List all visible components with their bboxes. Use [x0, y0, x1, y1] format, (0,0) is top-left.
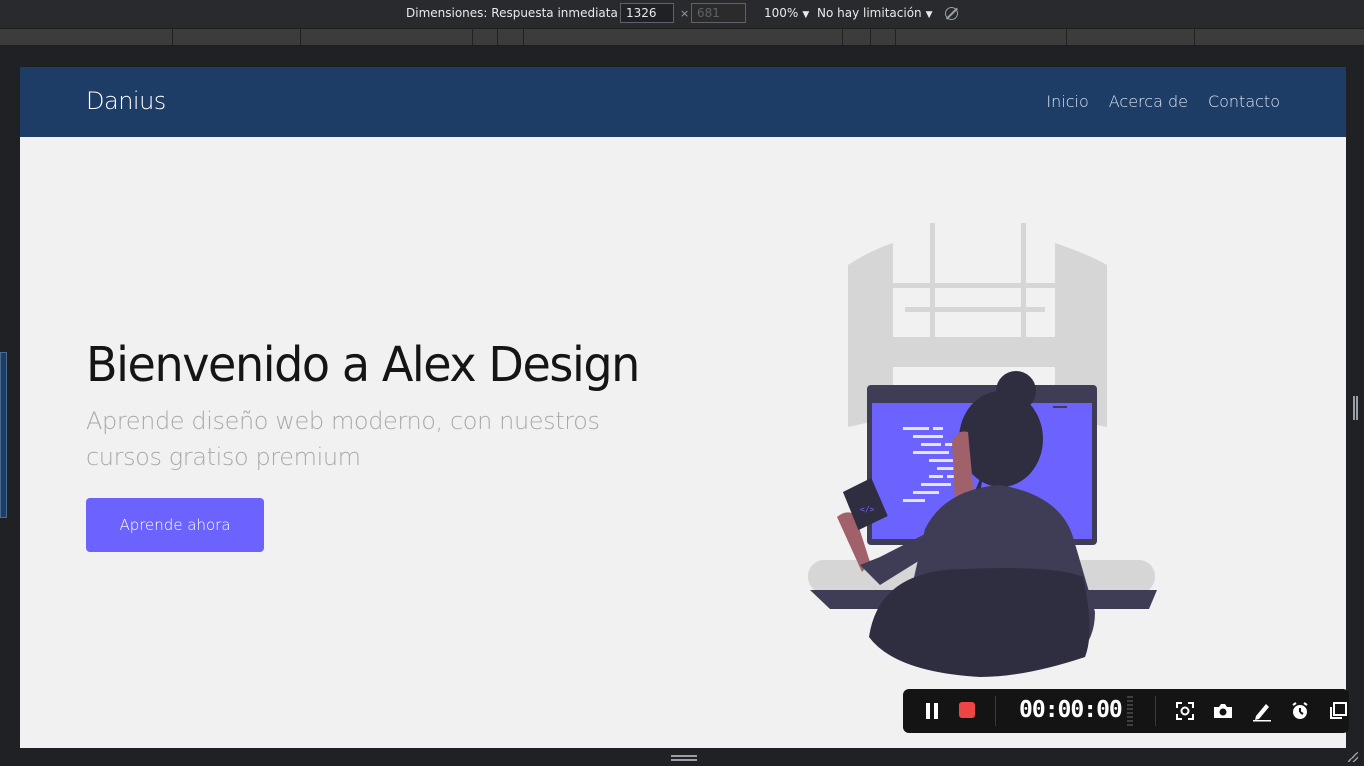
nav-links: Inicio Acerca de Contacto: [1046, 92, 1280, 111]
pen-icon[interactable]: [1251, 700, 1273, 722]
page-viewport: Danius Inicio Acerca de Contacto Bienven…: [20, 67, 1346, 748]
brand-logo[interactable]: Danius: [86, 87, 166, 115]
camera-icon[interactable]: [1212, 700, 1234, 722]
hero-title: Bienvenido a Alex Design: [86, 337, 640, 393]
corner-resize-handle[interactable]: [1348, 752, 1358, 762]
rotate-icon[interactable]: [945, 7, 958, 20]
hero-subtitle: Aprende diseño web moderno, con nuestros…: [86, 407, 600, 471]
devtools-device-toolbar: Dimensiones: Respuesta inmediata▼ × 100%…: [0, 0, 1364, 28]
dimensions-label: Dimensiones: Respuesta inmediata: [406, 6, 618, 20]
zoom-label: 100%: [764, 6, 799, 20]
programmer-illustration: </>: [808, 223, 1157, 677]
recording-timer: 00:00:00: [1019, 697, 1123, 723]
recorder-widget: 00:00:00: [903, 689, 1349, 733]
svg-text:</>: </>: [860, 505, 875, 514]
window-icon[interactable]: [1327, 700, 1349, 722]
throttle-dropdown[interactable]: No hay limitación ▼: [817, 6, 933, 20]
drag-handle-icon[interactable]: [1127, 696, 1133, 726]
chevron-down-icon: ▼: [802, 10, 810, 20]
nav-link-acerca[interactable]: Acerca de: [1109, 92, 1188, 111]
timer-icon[interactable]: [1289, 700, 1311, 722]
height-input[interactable]: [691, 3, 746, 23]
chevron-down-icon: ▼: [925, 10, 933, 20]
nav-link-inicio[interactable]: Inicio: [1046, 92, 1088, 111]
dimensions-dropdown[interactable]: Dimensiones: Respuesta inmediata▼: [406, 6, 629, 20]
right-resize-handle[interactable]: [1353, 396, 1358, 420]
nav-link-contacto[interactable]: Contacto: [1208, 92, 1280, 111]
left-resize-handle[interactable]: [0, 352, 7, 518]
throttle-label: No hay limitación: [817, 6, 922, 20]
zoom-dropdown[interactable]: 100% ▼: [764, 6, 809, 20]
width-input[interactable]: [620, 3, 674, 23]
media-query-ruler[interactable]: [0, 28, 1364, 46]
pause-icon[interactable]: [924, 703, 940, 719]
site-navbar: Danius Inicio Acerca de Contacto: [20, 67, 1346, 137]
bottom-resize-handle[interactable]: [671, 755, 697, 761]
cta-button[interactable]: Aprende ahora: [86, 498, 264, 552]
dimension-separator: ×: [680, 7, 690, 20]
stop-icon[interactable]: [959, 702, 975, 718]
region-capture-icon[interactable]: [1174, 700, 1196, 722]
